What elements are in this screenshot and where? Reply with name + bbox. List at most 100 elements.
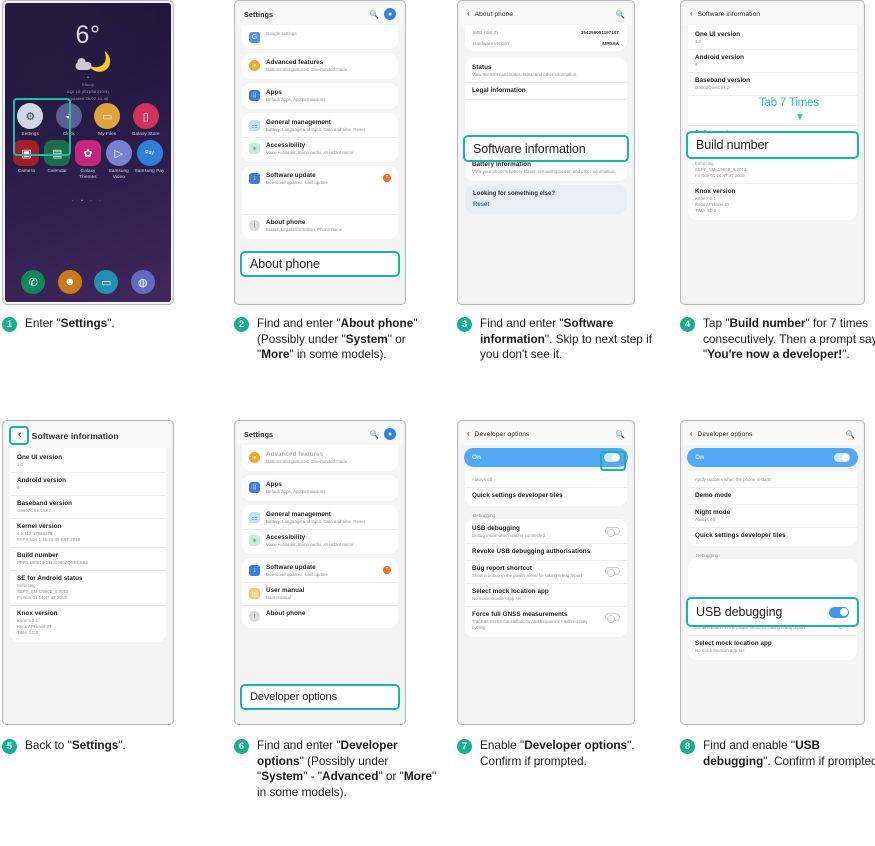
account-avatar-icon[interactable]: ●	[384, 8, 396, 20]
list-item[interactable]: i About phone	[242, 605, 398, 626]
list-item[interactable]: Apply updates when the phone restarts	[688, 473, 857, 487]
page-title: Settings	[244, 9, 274, 19]
usb-debugging-callout[interactable]: USB debugging	[686, 597, 859, 627]
list-item[interactable]: ▤ User manual User manual	[242, 582, 398, 605]
developer-options-callout[interactable]: Developer options	[240, 684, 400, 710]
list-item[interactable]: G Google settings	[242, 27, 398, 47]
list-item[interactable]: One UI version 1.0	[10, 450, 166, 472]
weather-widget[interactable]: 6° 🌙 • Shunji AQI 10 (E1)/58 (10/4) Upda…	[5, 23, 171, 102]
search-icon[interactable]: 🔍	[616, 430, 625, 439]
back-chevron-icon[interactable]: ‹	[690, 10, 693, 18]
list-item[interactable]: Baseband version G960ZOSKCSK2	[688, 72, 857, 95]
list-item[interactable]: Android version 9	[10, 472, 166, 495]
software-card: One UI version 1.0 Android version 9 Bas…	[688, 25, 857, 220]
list-item[interactable]: ⚏ General management Battery, Language a…	[242, 507, 398, 529]
list-item[interactable]: ⠿ Apps Default apps, App permissions	[242, 477, 398, 499]
list-item[interactable]: Knox version Knox 3.2.1 Knox API level 2…	[688, 183, 857, 218]
usb-debugging-toggle[interactable]	[605, 527, 620, 537]
list-item[interactable]: Bug report shortcut Show a button in the…	[465, 560, 627, 583]
item-title: General management	[266, 511, 331, 518]
step-number: 7	[457, 739, 472, 754]
list-item[interactable]: Select mock location app No mock locatio…	[688, 635, 857, 658]
item-subtitle: Voice Assistant, Mono audio, Assistant m…	[266, 542, 354, 547]
back-chevron-icon[interactable]: ‹	[690, 430, 693, 438]
list-item[interactable]: USB debugging Debug mode when USB is con…	[465, 521, 627, 543]
search-icon[interactable]: 🔍	[846, 430, 855, 439]
list-item[interactable]: ✶ Accessibility Voice Assistant, Mono au…	[242, 137, 398, 160]
list-item[interactable]: Quick settings developer tiles	[688, 527, 857, 544]
step-3-column: ‹ About phone 🔍 IMEI (slot 2) 3542590511…	[457, 0, 675, 361]
back-chevron-icon[interactable]: ‹	[467, 10, 470, 18]
folder-icon: ▭	[94, 103, 121, 129]
list-item[interactable]: i About phone Status, Legal information,…	[242, 214, 398, 237]
usb-debugging-toggle[interactable]	[829, 606, 849, 618]
gnss-toggle[interactable]	[605, 613, 620, 623]
list-item[interactable]: Kernel version 4.9.112-17065176 #2 Fri N…	[10, 518, 166, 547]
settings-app-highlight	[13, 98, 71, 156]
list-item[interactable]: Force full GNSS measurements Track all G…	[465, 606, 627, 635]
about-phone-list[interactable]: IMEI (slot 2) 354259051197107 Hardware v…	[460, 25, 632, 302]
list-item[interactable]: Select mock location app No mock locatio…	[465, 583, 627, 606]
settings-list-2[interactable]: ✦ Advanced features Motions and gestures…	[237, 445, 403, 722]
messages-icon[interactable]: ▭	[94, 270, 119, 294]
about-phone-callout[interactable]: About phone	[240, 251, 400, 277]
developer-options-list[interactable]: Always off Quick settings developer tile…	[460, 471, 632, 722]
list-item[interactable]: ✦ Advanced features Motions and gestures…	[242, 55, 398, 77]
internet-icon[interactable]: ◍	[130, 270, 155, 294]
list-item[interactable]: ↓ Software update Download updates, Last…	[242, 560, 398, 582]
master-switch-highlight	[600, 451, 626, 471]
dev-card-debug: USB debugging Debug mode when USB is con…	[465, 519, 627, 637]
item-subtitle: Download updates, Last update	[266, 572, 328, 577]
item-title: Software update	[266, 172, 316, 179]
account-avatar-icon[interactable]: ●	[384, 428, 396, 440]
list-item[interactable]: ↓ Software update Download updates, Last…	[242, 168, 398, 190]
list-item[interactable]: Knox version Knox 3.2.1 Knox API level 2…	[10, 605, 166, 640]
list-item[interactable]: One UI version 1.0	[688, 27, 857, 49]
list-item[interactable]: ⚏ General management Battery, Language a…	[242, 115, 398, 137]
reset-link[interactable]: Reset	[473, 202, 619, 208]
list-item[interactable]: ✶ Accessibility Voice Assistant, Mono au…	[242, 529, 398, 552]
app-samsung-pay[interactable]: Pay Samsung Pay	[134, 140, 165, 180]
app-galaxy-themes[interactable]: ✿ Galaxy Themes	[73, 140, 104, 180]
list-item[interactable]: SE for Android status Enforcing SEPF_SM-…	[10, 570, 166, 605]
list-item[interactable]: Revoke USB debugging authorisations	[465, 543, 627, 560]
callout-label: Developer options	[250, 691, 337, 703]
master-switch-toggle[interactable]	[834, 453, 850, 462]
step-text: Tap "Build number" for 7 times consecuti…	[703, 316, 875, 361]
list-item[interactable]: Quick settings developer tiles	[465, 487, 627, 504]
search-icon[interactable]: 🔍	[370, 10, 379, 19]
screen-3: ‹ About phone 🔍 IMEI (slot 2) 3542590511…	[460, 3, 632, 302]
phone-settings-developer: Settings 🔍 ● ✦ Advanced features Motions…	[234, 420, 406, 725]
master-switch-row[interactable]: On	[687, 448, 858, 467]
contacts-icon[interactable]: ☻	[57, 270, 82, 294]
search-icon[interactable]: 🔍	[616, 10, 625, 19]
list-item[interactable]: Status View the SIM card status, IMEI, a…	[465, 60, 627, 82]
app-samsung-video[interactable]: ▷ Samsung Video	[103, 140, 134, 180]
list-item[interactable]: Night mode Always off	[688, 504, 857, 527]
pay-icon: Pay	[136, 140, 163, 166]
app-my-files[interactable]: ▭ My Files	[90, 103, 124, 137]
step-number: 3	[457, 317, 472, 332]
weather-condition: Shunji	[81, 82, 95, 87]
search-icon[interactable]: 🔍	[370, 430, 379, 439]
app-galaxy-store[interactable]: ▯ Galaxy Store	[129, 103, 163, 137]
list-item[interactable]: Legal information	[465, 82, 627, 99]
phone-icon[interactable]: ✆	[21, 270, 46, 294]
list-item[interactable]: Build number PPR1.180610-011.G960ZQSKCSK…	[10, 547, 166, 570]
list-item[interactable]: ✦ Advanced features Motions and gestures…	[242, 447, 398, 469]
list-item[interactable]: Baseband version G960ZOSKCSK2	[10, 495, 166, 518]
page-indicator-dots: · ▪ · ·	[72, 198, 104, 204]
list-item[interactable]: Demo mode	[688, 487, 857, 504]
software-information-list-2[interactable]: One UI version 1.0 Android version 9 Bas…	[5, 448, 171, 722]
callout-label: USB debugging	[696, 605, 783, 619]
build-number-callout[interactable]: Build number	[686, 131, 859, 159]
bug-report-toggle[interactable]	[605, 567, 620, 577]
list-item[interactable]: ⠿ Apps Default apps, App permissions	[242, 85, 398, 107]
list-item[interactable]: Always off	[465, 473, 627, 487]
accessibility-icon: ✶	[249, 535, 260, 546]
software-information-callout[interactable]: Software information	[463, 135, 629, 162]
list-item[interactable]: Android version 9	[688, 49, 857, 72]
app-label: Camera	[17, 168, 35, 173]
back-chevron-icon[interactable]: ‹	[467, 430, 470, 438]
software-information-list[interactable]: One UI version 1.0 Android version 9 Bas…	[683, 25, 862, 302]
